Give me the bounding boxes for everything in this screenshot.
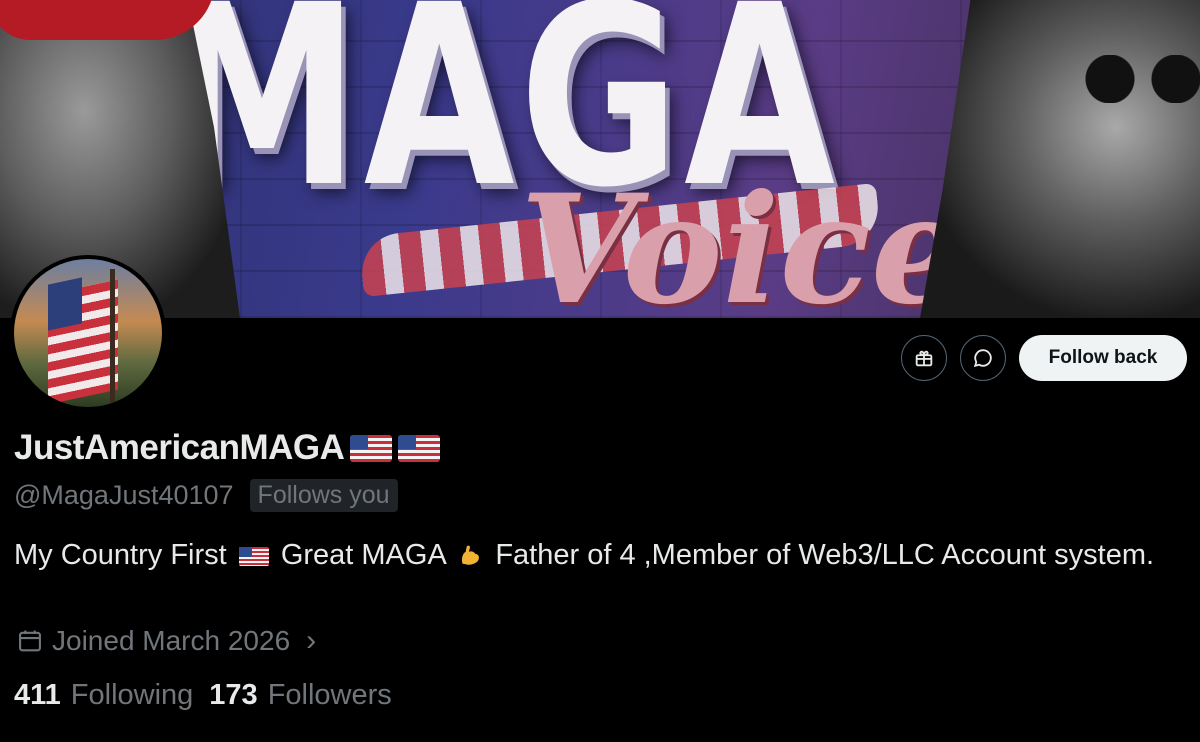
bio-text-2: Great MAGA xyxy=(280,539,446,571)
profile-banner: MAGA Voice xyxy=(0,0,1200,318)
flexed-biceps-icon xyxy=(462,545,480,565)
joined-date-row[interactable]: Joined March 2026 › xyxy=(16,624,316,658)
handle-row: @MagaJust40107 Follows you xyxy=(14,479,398,512)
following-count[interactable]: 411 xyxy=(14,679,61,712)
us-flag-icon xyxy=(350,434,393,462)
calendar-icon xyxy=(19,630,41,652)
avatar-flag-pole xyxy=(110,269,115,407)
avatar-flag-canton xyxy=(48,277,82,331)
display-name-row: JustAmericanMAGA xyxy=(14,428,441,468)
avatar[interactable] xyxy=(10,255,166,411)
gift-icon xyxy=(915,350,933,367)
gift-button[interactable] xyxy=(901,335,947,381)
follow-back-button[interactable]: Follow back xyxy=(1019,335,1187,381)
bio-text-1: My Country First xyxy=(14,539,227,571)
us-flag-icon xyxy=(398,434,441,462)
chevron-right-icon: › xyxy=(306,624,317,657)
joined-date: Joined March 2026 xyxy=(52,625,291,656)
banner-sunglasses xyxy=(1080,55,1200,103)
banner-script-text: Voice xyxy=(520,162,967,318)
display-name: JustAmericanMAGA xyxy=(14,428,345,467)
us-flag-icon xyxy=(238,546,269,566)
bio: My Country First Great MAGA Father of 4 … xyxy=(14,532,1194,578)
followers-count[interactable]: 173 xyxy=(209,679,257,712)
follow-stats: 411 Following 173 Followers xyxy=(14,679,398,712)
bio-text-3: Father of 4 ,Member of Web3/LLC Account … xyxy=(495,539,1155,571)
follows-you-badge: Follows you xyxy=(249,479,398,512)
following-label[interactable]: Following xyxy=(71,679,194,712)
followers-label[interactable]: Followers xyxy=(268,679,392,712)
message-button[interactable] xyxy=(960,335,1006,381)
user-handle: @MagaJust40107 xyxy=(14,480,234,510)
message-icon xyxy=(973,349,992,368)
